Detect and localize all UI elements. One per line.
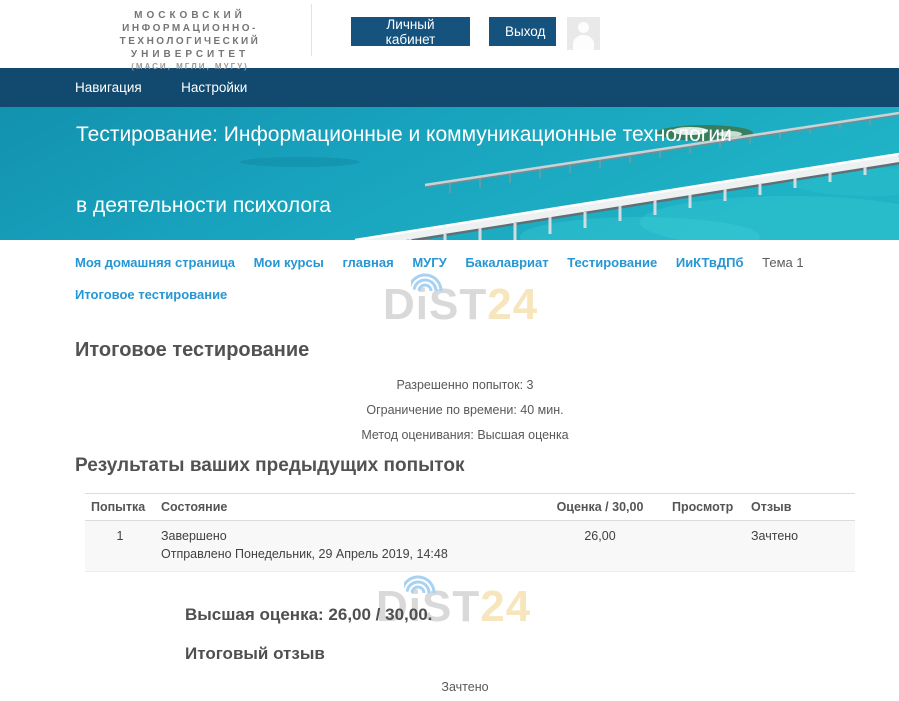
- quiz-time-limit: Ограничение по времени: 40 мин.: [75, 403, 855, 417]
- final-feedback-value: Зачтено: [75, 680, 855, 694]
- breadcrumb-item-final-test[interactable]: Итоговое тестирование: [75, 287, 227, 302]
- table-header-row: Попытка Состояние Оценка / 30,00 Просмот…: [85, 494, 855, 521]
- breadcrumb-item-course-code[interactable]: ИиКТвДПб: [676, 255, 744, 270]
- header-divider: [311, 4, 312, 56]
- final-feedback-heading: Итоговый отзыв: [185, 644, 855, 664]
- breadcrumb-item-testing[interactable]: Тестирование: [567, 255, 657, 270]
- col-header-state: Состояние: [155, 494, 540, 521]
- quiz-attempts-allowed: Разрешенно попыток: 3: [75, 378, 855, 392]
- col-header-review: Просмотр: [660, 494, 745, 521]
- attempt-submitted-timestamp: Отправлено Понедельник, 29 Апрель 2019, …: [161, 547, 534, 561]
- breadcrumb-item-my-courses[interactable]: Мои курсы: [254, 255, 324, 270]
- results-heading: Результаты ваших предыдущих попыток: [75, 455, 855, 477]
- col-header-feedback: Отзыв: [745, 494, 855, 521]
- hero-banner: Тестирование: Информационные и коммуника…: [0, 107, 899, 240]
- breadcrumb-item-main[interactable]: главная: [342, 255, 393, 270]
- attempt-state-label: Завершено: [161, 529, 534, 543]
- top-header: МОСКОВСКИЙ ИНФОРМАЦИОННО-ТЕХНОЛОГИЧЕСКИЙ…: [0, 0, 899, 68]
- col-header-attempt: Попытка: [85, 494, 155, 521]
- quiz-info: Разрешенно попыток: 3 Ограничение по вре…: [75, 378, 855, 442]
- university-logo: МОСКОВСКИЙ ИНФОРМАЦИОННО-ТЕХНОЛОГИЧЕСКИЙ…: [68, 9, 312, 73]
- logo-line: ИНФОРМАЦИОННО-ТЕХНОЛОГИЧЕСКИЙ: [68, 22, 312, 48]
- course-banner-title: Тестирование: Информационные и коммуника…: [76, 107, 744, 240]
- table-row: 1 Завершено Отправлено Понедельник, 29 А…: [85, 521, 855, 572]
- nav-item-navigation[interactable]: Навигация: [75, 68, 142, 107]
- col-header-grade: Оценка / 30,00: [540, 494, 660, 521]
- page-title: Итоговое тестирование: [75, 339, 855, 362]
- user-avatar[interactable]: [567, 17, 600, 50]
- breadcrumb-item-home[interactable]: Моя домашняя страница: [75, 255, 235, 270]
- attempt-review: [660, 521, 745, 572]
- logo-line: (МАСИ, МГЛИ, МУГУ): [68, 61, 312, 73]
- breadcrumb-item-topic: Тема 1: [762, 255, 803, 270]
- quiz-grading-method: Метод оценивания: Высшая оценка: [75, 428, 855, 442]
- attempt-grade: 26,00: [540, 521, 660, 572]
- breadcrumb: Моя домашняя страница Мои курсы главная …: [75, 240, 855, 302]
- logo-line: МОСКОВСКИЙ: [68, 9, 312, 22]
- attempt-feedback: Зачтено: [745, 521, 855, 572]
- attempt-state: Завершено Отправлено Понедельник, 29 Апр…: [155, 521, 540, 572]
- logo-line: УНИВЕРСИТЕТ: [68, 48, 312, 61]
- user-avatar-icon: [578, 22, 589, 33]
- logout-button[interactable]: Выход: [489, 17, 556, 46]
- main-navbar: Навигация Настройки: [0, 68, 899, 107]
- main-content: DiST24 DiST24 Моя домашняя страница Мои …: [0, 240, 899, 701]
- best-grade-summary: Высшая оценка: 26,00 / 30,00.: [185, 605, 855, 625]
- personal-cabinet-button[interactable]: Личный кабинет: [351, 17, 470, 46]
- breadcrumb-item-bachelor[interactable]: Бакалавриат: [465, 255, 548, 270]
- attempts-table: Попытка Состояние Оценка / 30,00 Просмот…: [85, 493, 855, 572]
- user-avatar-icon: [573, 35, 594, 50]
- breadcrumb-item-mugu[interactable]: МУГУ: [412, 255, 446, 270]
- nav-item-settings[interactable]: Настройки: [181, 68, 247, 107]
- attempt-number: 1: [85, 521, 155, 572]
